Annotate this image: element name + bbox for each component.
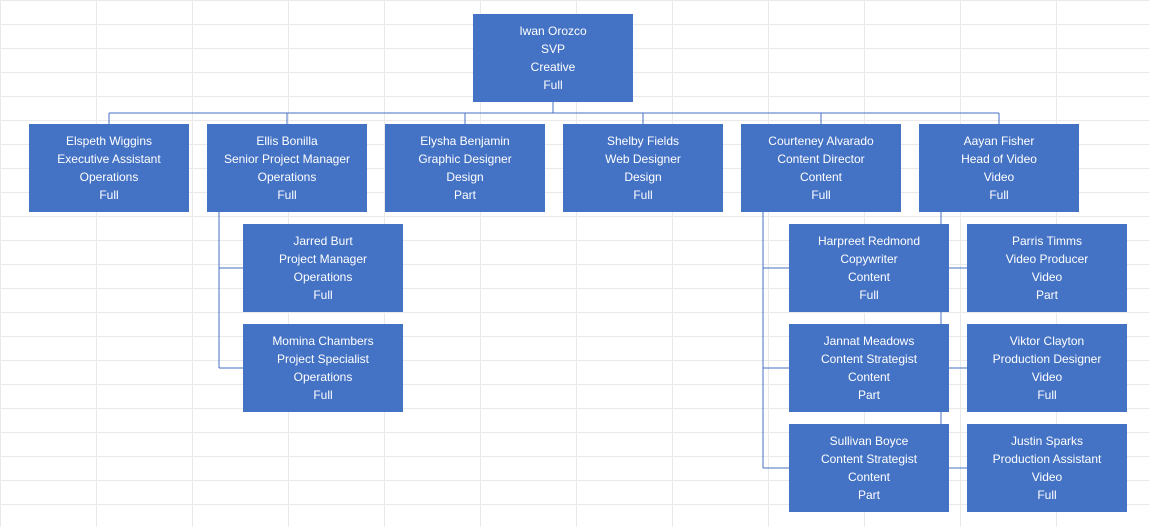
node-department: Video [973,468,1121,486]
node-title: Copywriter [795,250,943,268]
node-name: Shelby Fields [569,132,717,150]
node-status: Full [747,186,895,204]
node-title: Head of Video [925,150,1073,168]
node-department: Content [795,368,943,386]
node-department: Operations [213,168,361,186]
node-title: Project Manager [249,250,397,268]
node-status: Full [973,486,1121,504]
node-department: Video [973,368,1121,386]
org-node-viktor-clayton[interactable]: Viktor Clayton Production Designer Video… [967,324,1127,412]
org-node-harpreet-redmond[interactable]: Harpreet Redmond Copywriter Content Full [789,224,949,312]
node-status: Full [35,186,183,204]
node-status: Full [249,286,397,304]
node-title: Content Strategist [795,350,943,368]
node-name: Parris Timms [973,232,1121,250]
org-node-justin-sparks[interactable]: Justin Sparks Production Assistant Video… [967,424,1127,512]
node-title: Web Designer [569,150,717,168]
node-status: Full [479,76,627,94]
org-node-momina-chambers[interactable]: Momina Chambers Project Specialist Opera… [243,324,403,412]
node-status: Part [795,486,943,504]
org-node-courteney-alvarado[interactable]: Courteney Alvarado Content Director Cont… [741,124,901,212]
org-node-sullivan-boyce[interactable]: Sullivan Boyce Content Strategist Conten… [789,424,949,512]
node-title: SVP [479,40,627,58]
node-department: Content [795,468,943,486]
node-name: Iwan Orozco [479,22,627,40]
node-status: Full [249,386,397,404]
node-status: Full [213,186,361,204]
node-name: Viktor Clayton [973,332,1121,350]
org-node-elspeth-wiggins[interactable]: Elspeth Wiggins Executive Assistant Oper… [29,124,189,212]
org-node-elysha-benjamin[interactable]: Elysha Benjamin Graphic Designer Design … [385,124,545,212]
node-title: Executive Assistant [35,150,183,168]
node-department: Operations [35,168,183,186]
node-name: Momina Chambers [249,332,397,350]
org-node-jannat-meadows[interactable]: Jannat Meadows Content Strategist Conten… [789,324,949,412]
node-status: Full [795,286,943,304]
node-name: Jannat Meadows [795,332,943,350]
node-department: Creative [479,58,627,76]
node-title: Project Specialist [249,350,397,368]
node-title: Content Director [747,150,895,168]
org-node-shelby-fields[interactable]: Shelby Fields Web Designer Design Full [563,124,723,212]
node-department: Content [795,268,943,286]
node-status: Full [973,386,1121,404]
node-name: Ellis Bonilla [213,132,361,150]
node-name: Courteney Alvarado [747,132,895,150]
node-status: Full [925,186,1073,204]
node-title: Graphic Designer [391,150,539,168]
org-node-aayan-fisher[interactable]: Aayan Fisher Head of Video Video Full [919,124,1079,212]
node-name: Elspeth Wiggins [35,132,183,150]
org-node-jarred-burt[interactable]: Jarred Burt Project Manager Operations F… [243,224,403,312]
node-department: Operations [249,368,397,386]
node-title: Content Strategist [795,450,943,468]
org-node-parris-timms[interactable]: Parris Timms Video Producer Video Part [967,224,1127,312]
node-status: Part [973,286,1121,304]
node-department: Design [569,168,717,186]
node-status: Full [569,186,717,204]
node-name: Justin Sparks [973,432,1121,450]
node-department: Video [973,268,1121,286]
node-title: Senior Project Manager [213,150,361,168]
node-name: Harpreet Redmond [795,232,943,250]
node-department: Video [925,168,1073,186]
org-node-root[interactable]: Iwan Orozco SVP Creative Full [473,14,633,102]
node-department: Design [391,168,539,186]
node-name: Jarred Burt [249,232,397,250]
node-name: Sullivan Boyce [795,432,943,450]
node-title: Production Designer [973,350,1121,368]
node-title: Production Assistant [973,450,1121,468]
node-name: Aayan Fisher [925,132,1073,150]
node-department: Content [747,168,895,186]
node-name: Elysha Benjamin [391,132,539,150]
node-department: Operations [249,268,397,286]
node-status: Part [795,386,943,404]
org-node-ellis-bonilla[interactable]: Ellis Bonilla Senior Project Manager Ope… [207,124,367,212]
node-status: Part [391,186,539,204]
node-title: Video Producer [973,250,1121,268]
